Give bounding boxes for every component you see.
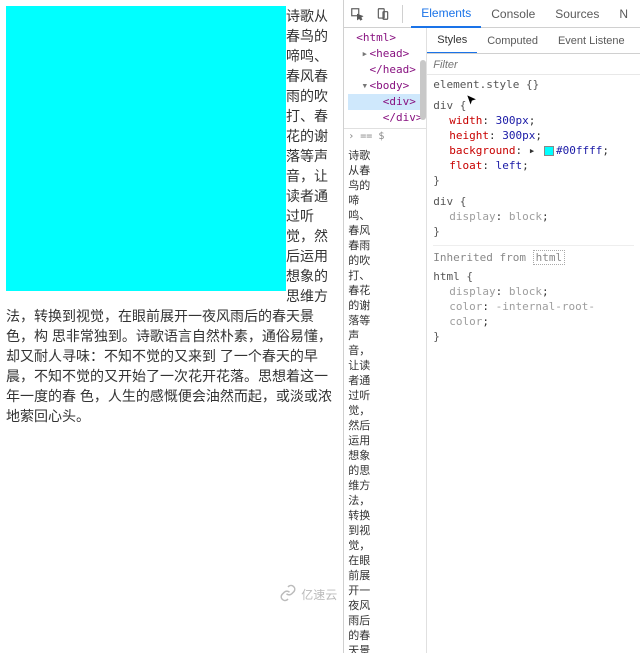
dom-tree-panel[interactable]: <html> ▸<head> </head> ▾<body> <div> </d…	[344, 28, 427, 653]
watermark-text: 亿速云	[301, 586, 337, 603]
inherited-link[interactable]: html	[533, 250, 566, 265]
css-rules-list[interactable]: element.style {} div {width: 300px;height…	[427, 75, 640, 653]
toolbar-separator	[402, 5, 403, 23]
watermark: 亿速云	[279, 584, 337, 605]
css-rule[interactable]: html {display: block;color: -internal-ro…	[433, 269, 634, 344]
tab-more[interactable]: N	[609, 0, 638, 28]
dom-node[interactable]: <html>	[348, 30, 426, 46]
panel-tabs: Elements Console Sources N	[411, 0, 638, 28]
dom-text-preview: 诗歌从春鸟的啼鸣、春风春雨的吹打、春花的谢落等声音，让读者通过听觉，然后运用想象…	[344, 144, 426, 653]
dom-lines[interactable]: <html> ▸<head> </head> ▾<body> <div> </d…	[344, 28, 426, 128]
inherited-from-label: Inherited from html	[433, 245, 634, 265]
tab-elements[interactable]: Elements	[411, 0, 481, 28]
styles-tab-styles[interactable]: Styles	[427, 28, 477, 54]
rendered-page-pane: 诗歌从春鸟的啼鸣、春风春雨的吹打、春花的谢落等声音，让读者通过听觉，然后运用想象…	[0, 0, 343, 653]
tab-console[interactable]: Console	[481, 0, 545, 28]
scrollbar-thumb[interactable]	[420, 60, 426, 120]
tab-sources[interactable]: Sources	[545, 0, 609, 28]
css-rule[interactable]: div {display: block;}	[433, 194, 634, 239]
dom-crumb[interactable]: › == $	[344, 128, 426, 144]
dom-node[interactable]: ▸<head>	[348, 46, 426, 62]
css-rule[interactable]: div {width: 300px;height: 300px;backgrou…	[433, 98, 634, 188]
inspect-icon[interactable]	[346, 3, 368, 25]
dom-node[interactable]: <div>	[348, 94, 426, 110]
device-toggle-icon[interactable]	[372, 3, 394, 25]
dom-scrollbar[interactable]	[420, 58, 426, 653]
cyan-box	[6, 6, 286, 291]
dom-node[interactable]: </div>	[348, 110, 426, 126]
styles-tab-computed[interactable]: Computed	[477, 28, 548, 54]
styles-tab-events[interactable]: Event Listene	[548, 28, 635, 54]
styles-panel: Styles Computed Event Listene element.st…	[427, 28, 640, 653]
css-rule[interactable]: element.style {}	[433, 77, 634, 92]
styles-tabs: Styles Computed Event Listene	[427, 28, 640, 54]
dom-text-preview-content: 诗歌从春鸟的啼鸣、春风春雨的吹打、春花的谢落等声音，让读者通过听觉，然后运用想象…	[348, 148, 372, 653]
styles-filter-input[interactable]	[433, 59, 634, 71]
link-icon	[279, 584, 297, 605]
dom-node[interactable]: ▾<body>	[348, 78, 426, 94]
dom-node[interactable]: </head>	[348, 62, 426, 78]
devtools-toolbar: Elements Console Sources N	[344, 0, 640, 28]
styles-filter-row	[427, 54, 640, 75]
devtools-pane: Elements Console Sources N <html> ▸<head…	[343, 0, 640, 653]
devtools-body: <html> ▸<head> </head> ▾<body> <div> </d…	[344, 28, 640, 653]
